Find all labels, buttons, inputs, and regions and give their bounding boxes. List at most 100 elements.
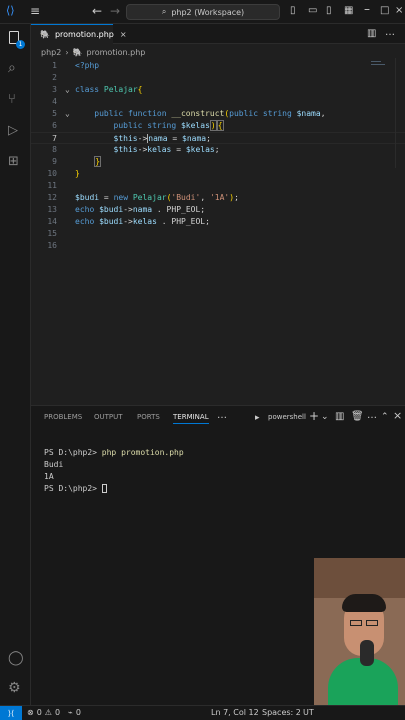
- code-line: public function __construct(public strin…: [94, 109, 326, 118]
- tab-output[interactable]: OUTPUT: [94, 413, 123, 421]
- ports-summary[interactable]: ⌁ 0: [68, 708, 81, 717]
- close-tab-icon[interactable]: ×: [120, 30, 127, 39]
- line-number: 11: [47, 181, 57, 190]
- breadcrumb-folder[interactable]: php2: [41, 48, 61, 57]
- shell-name[interactable]: powershell: [268, 413, 306, 421]
- account-icon[interactable]: ◯: [8, 651, 24, 665]
- line-number: 16: [47, 241, 57, 250]
- php-file-icon: 🐘: [40, 30, 50, 39]
- toggle-panel-icon[interactable]: ▭: [308, 5, 317, 17]
- cursor-position[interactable]: Ln 7, Col 12: [211, 708, 259, 717]
- warning-icon: ⚠: [44, 708, 52, 717]
- trash-icon[interactable]: 🗑: [351, 411, 364, 423]
- remote-icon: ⟩⟨: [7, 708, 15, 718]
- code-editor[interactable]: 1 <?php 2 3 ⌄ class Pelajar{ 4 5 ⌄ public fu…: [31, 58, 405, 403]
- close-panel-icon[interactable]: ×: [393, 410, 402, 422]
- customize-layout-icon[interactable]: ▦: [344, 5, 353, 17]
- menu-icon[interactable]: ≡: [30, 5, 40, 17]
- forward-arrow-icon[interactable]: →: [110, 5, 120, 17]
- php-file-icon: 🐘: [72, 47, 83, 57]
- terminal-line: 1A: [44, 472, 54, 481]
- fold-chevron-icon[interactable]: ⌄: [65, 108, 70, 120]
- title-bar: ⟨⟩ ≡ ← → ⌕ php2 (Workspace) ▯ ▭ ▯ ▦ – □ …: [0, 0, 405, 24]
- line-number: 9: [52, 157, 57, 166]
- split-editor-icon[interactable]: ▥: [367, 28, 376, 40]
- split-terminal-icon[interactable]: ▥: [335, 411, 344, 423]
- fold-chevron-icon[interactable]: ⌄: [65, 84, 70, 96]
- tab-ports[interactable]: PORTS: [137, 413, 160, 421]
- microphone-icon: [360, 640, 374, 666]
- line-number: 2: [52, 73, 57, 82]
- panel-more-icon[interactable]: …: [217, 410, 227, 422]
- code-line: public string $kelas){: [113, 120, 224, 131]
- terminal-cursor: [101, 484, 107, 493]
- extensions-icon[interactable]: ⊞: [8, 155, 19, 168]
- tab-promotion-php[interactable]: 🐘 promotion.php ×: [31, 24, 127, 44]
- line-number: 1: [52, 61, 57, 70]
- run-debug-icon[interactable]: ▷: [8, 124, 18, 137]
- more-actions-icon[interactable]: …: [385, 27, 395, 39]
- line-number: 10: [47, 169, 57, 178]
- terminal-line: PS D:\php2> php promotion.php: [44, 448, 184, 457]
- line-number: 15: [47, 229, 57, 238]
- problems-summary[interactable]: ⊗ 0 ⚠ 0: [27, 708, 60, 717]
- line-number: 12: [47, 193, 57, 202]
- terminal-line: Budi: [44, 460, 64, 469]
- minimap[interactable]: [371, 58, 391, 72]
- maximize-panel-icon[interactable]: ⌃: [381, 411, 389, 423]
- line-number: 8: [52, 145, 57, 154]
- line-number: 13: [47, 205, 57, 214]
- scrollbar[interactable]: [395, 58, 403, 168]
- close-window-icon[interactable]: ×: [395, 5, 403, 17]
- settings-gear-icon[interactable]: ⚙: [8, 681, 21, 695]
- breadcrumb-separator-icon: ›: [65, 47, 69, 57]
- panel-more-actions-icon[interactable]: …: [367, 410, 377, 422]
- search-icon[interactable]: ⌕: [8, 61, 16, 75]
- status-bar: ⟩⟨ ⊗ 0 ⚠ 0 ⌁ 0 Ln 7, Col 12 Spaces: 2 UT: [0, 705, 405, 720]
- indentation[interactable]: Spaces: 2: [262, 708, 301, 717]
- source-control-icon[interactable]: ⑂: [8, 93, 16, 106]
- code-line: class Pelajar{: [75, 85, 143, 94]
- code-line: echo $budi->kelas . PHP_EOL;: [75, 217, 210, 226]
- back-arrow-icon[interactable]: ←: [92, 5, 102, 17]
- encoding[interactable]: UT: [303, 708, 314, 717]
- toggle-secondary-sidebar-icon[interactable]: ▯: [326, 5, 332, 17]
- search-icon: ⌕: [161, 7, 167, 16]
- terminal-command: php promotion.php: [101, 448, 184, 457]
- command-center-label: php2 (Workspace): [171, 7, 245, 17]
- maximize-icon[interactable]: □: [380, 5, 389, 17]
- new-terminal-icon[interactable]: +: [309, 410, 319, 422]
- error-icon: ⊗: [27, 708, 34, 717]
- error-count: 0: [36, 708, 42, 717]
- vscode-logo-icon: ⟨⟩: [6, 4, 15, 17]
- line-number: 14: [47, 217, 57, 226]
- code-line: $this->kelas = $kelas;: [113, 145, 220, 154]
- line-number: 4: [52, 97, 57, 106]
- line-number: 6: [52, 121, 57, 130]
- chevron-down-icon[interactable]: ⌄: [321, 411, 329, 423]
- breadcrumb-file[interactable]: promotion.php: [87, 48, 146, 57]
- explorer-badge: 1: [16, 40, 25, 49]
- activity-bar: 1 ⌕ ⑂ ▷ ⊞ ◯ ⚙: [0, 24, 31, 705]
- code-line: }: [94, 156, 102, 167]
- terminal-prompt: PS D:\php2>: [44, 484, 102, 493]
- code-line: $budi = new Pelajar('Budi', '1A');: [75, 193, 239, 202]
- warning-count: 0: [54, 708, 61, 717]
- editor-tabs: 🐘 promotion.php × ▥ …: [31, 24, 405, 44]
- toggle-sidebar-icon[interactable]: ▯: [290, 5, 296, 17]
- tab-label: promotion.php: [54, 30, 114, 39]
- breadcrumb: php2 › 🐘 promotion.php: [41, 46, 145, 58]
- ports-icon: ⌁: [68, 708, 73, 717]
- explorer-icon[interactable]: 1: [7, 30, 25, 49]
- tab-terminal[interactable]: TERMINAL: [173, 413, 209, 424]
- terminal-prompt: PS D:\php2>: [44, 448, 102, 457]
- terminal-icon: ▸: [255, 413, 260, 423]
- line-number: 3: [52, 85, 57, 94]
- command-center-search[interactable]: ⌕ php2 (Workspace): [126, 4, 280, 20]
- terminal-line: PS D:\php2>: [44, 484, 107, 493]
- tab-problems[interactable]: PROBLEMS: [44, 413, 82, 421]
- code-line: }: [75, 169, 80, 178]
- code-line: echo $budi->nama . PHP_EOL;: [75, 205, 206, 214]
- remote-indicator[interactable]: ⟩⟨: [0, 706, 22, 720]
- minimize-icon[interactable]: –: [364, 3, 370, 15]
